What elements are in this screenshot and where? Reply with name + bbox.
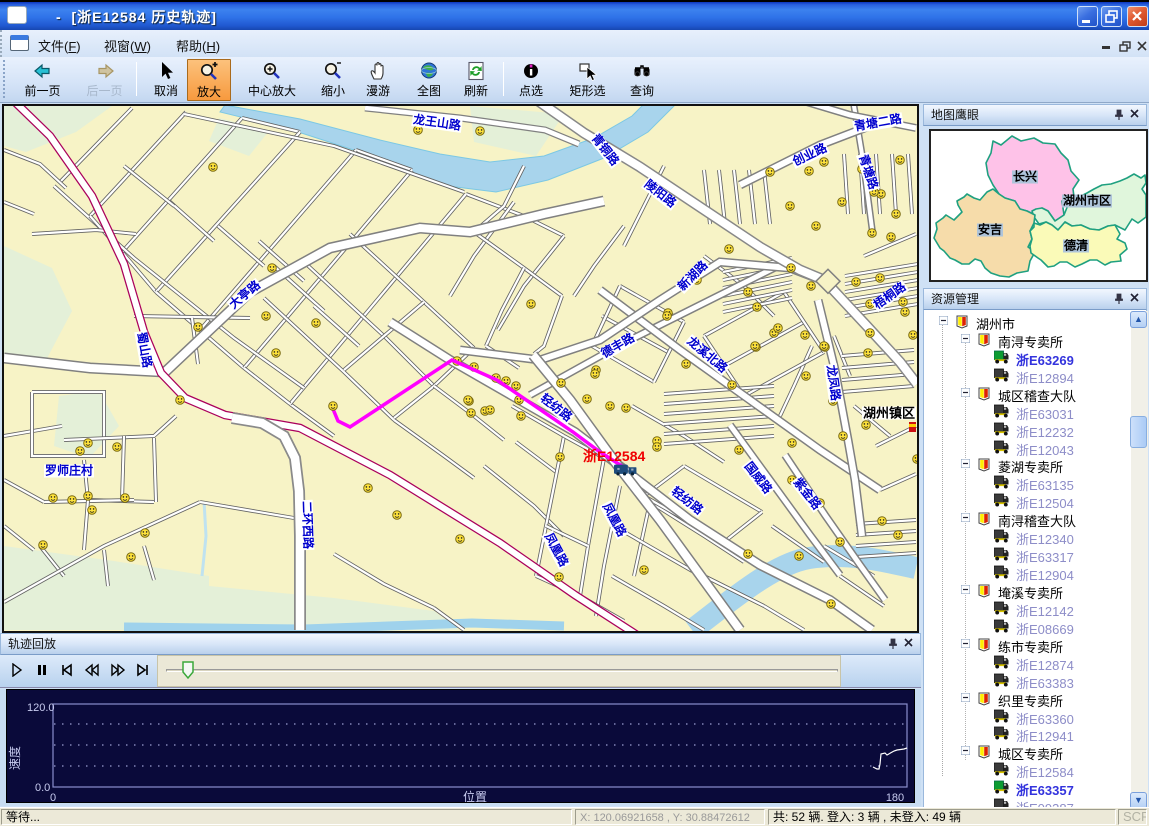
svg-text:速度: 速度 [7, 746, 22, 770]
svg-text:120.0: 120.0 [27, 702, 55, 714]
svg-text:0: 0 [50, 792, 56, 802]
svg-text:0.0: 0.0 [35, 782, 50, 794]
svg-text:180: 180 [886, 792, 904, 802]
svg-text:位置: 位置 [463, 789, 487, 802]
